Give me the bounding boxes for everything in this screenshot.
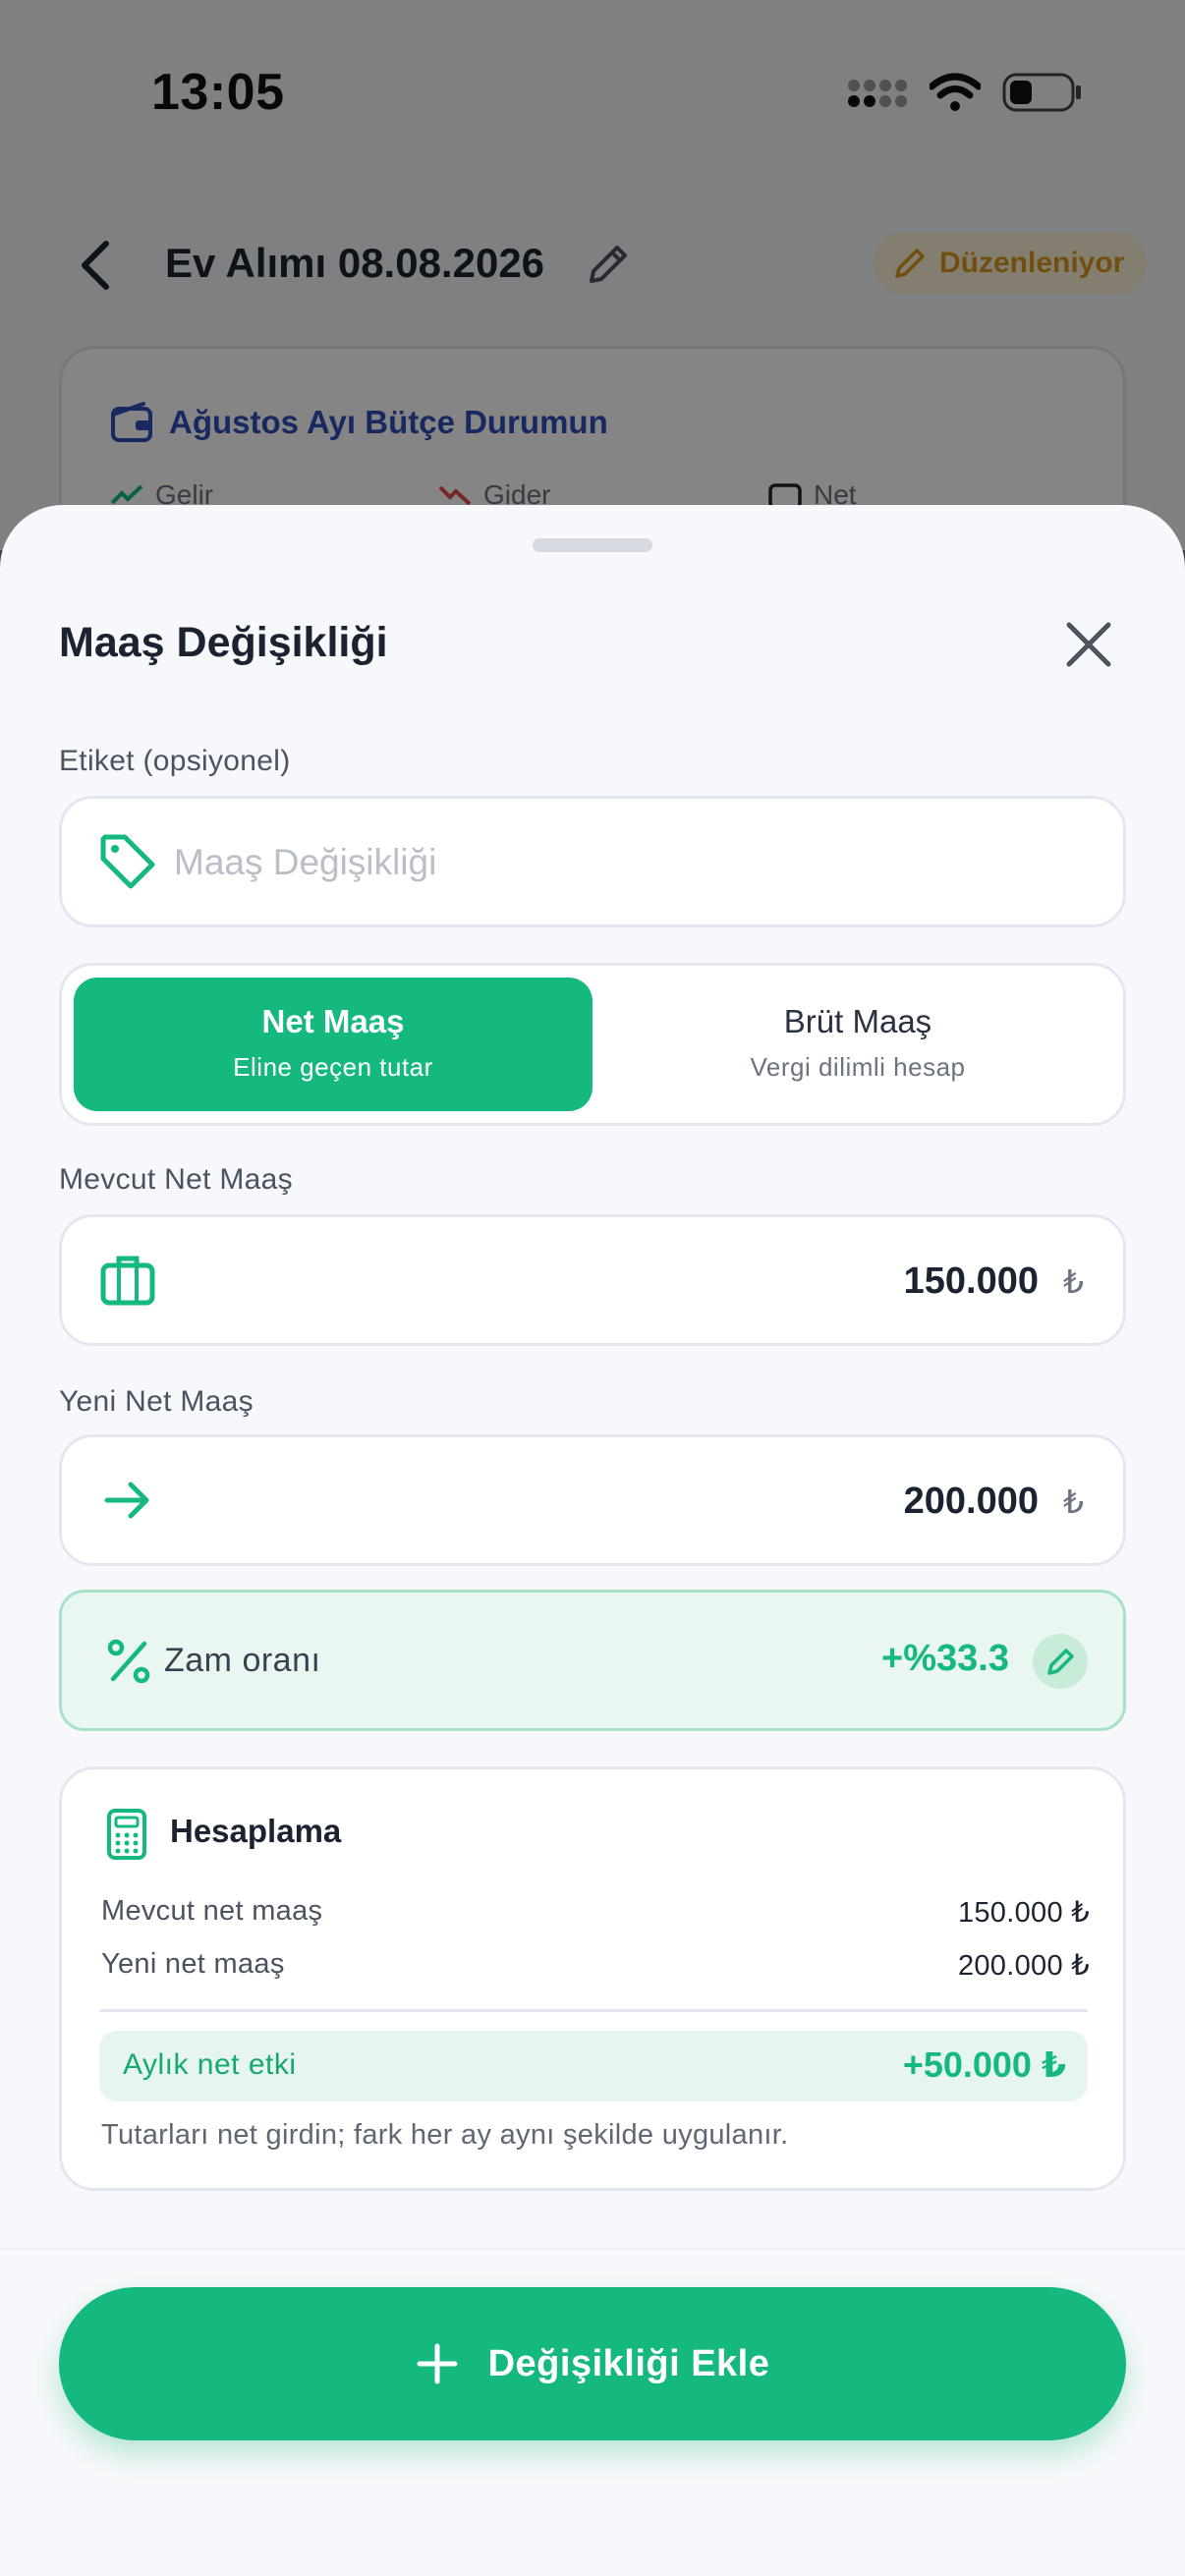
- calculation-title: Hesaplama: [170, 1813, 342, 1849]
- label-field-label: Etiket (opsiyonel): [59, 745, 291, 777]
- segment-net-subtitle: Eline geçen tutar: [233, 1052, 433, 1082]
- add-change-button[interactable]: Değişikliği Ekle: [59, 2287, 1126, 2440]
- calculator-icon: [107, 1809, 146, 1860]
- calc-row-value: 150.000 ₺: [957, 1897, 1090, 1929]
- current-salary-field[interactable]: 150.000 ₺: [59, 1214, 1126, 1346]
- calc-row-label: Yeni net maaş: [101, 1948, 285, 1980]
- calc-row-label: Mevcut net maaş: [101, 1895, 323, 1927]
- segment-gross-salary[interactable]: Brüt Maaş Vergi dilimli hesap: [598, 978, 1117, 1111]
- new-salary-label: Yeni Net Maaş: [59, 1385, 254, 1418]
- calculation-card: Hesaplama Mevcut net maaş 150.000 ₺ Yeni…: [59, 1766, 1126, 2191]
- calc-row-current: Mevcut net maaş 150.000 ₺: [101, 1895, 1090, 1930]
- segment-gross-subtitle: Vergi dilimli hesap: [750, 1052, 966, 1082]
- percent-icon: [107, 1639, 150, 1684]
- divider: [99, 2009, 1088, 2012]
- new-salary-currency: ₺: [1063, 1484, 1084, 1520]
- monthly-effect-value: +50.000 ₺: [902, 2044, 1066, 2085]
- close-icon[interactable]: [1061, 617, 1116, 672]
- add-change-button-label: Değişikliği Ekle: [487, 2342, 770, 2384]
- sheet-title: Maaş Değişikliği: [59, 619, 388, 666]
- calc-row-value: 200.000 ₺: [957, 1950, 1090, 1982]
- monthly-net-effect: Aylık net etki +50.000 ₺: [99, 2031, 1088, 2101]
- new-salary-value: 200.000: [903, 1481, 1039, 1522]
- current-salary-currency: ₺: [1063, 1263, 1084, 1300]
- segment-net-title: Net Maaş: [261, 1003, 405, 1039]
- calc-row-new: Yeni net maaş 200.000 ₺: [101, 1948, 1090, 1983]
- salary-type-segmented-control: Net Maaş Eline geçen tutar Brüt Maaş Ver…: [59, 963, 1126, 1126]
- pencil-icon: [1047, 1649, 1074, 1675]
- footer-divider: [0, 2248, 1185, 2250]
- current-salary-value: 150.000: [903, 1260, 1039, 1302]
- new-salary-field[interactable]: 200.000 ₺: [59, 1434, 1126, 1566]
- segment-net-salary[interactable]: Net Maaş Eline geçen tutar: [74, 978, 592, 1111]
- label-field[interactable]: [59, 796, 1126, 927]
- segment-gross-title: Brüt Maaş: [783, 1003, 932, 1039]
- plus-icon: [417, 2343, 458, 2384]
- current-salary-label: Mevcut Net Maaş: [59, 1163, 293, 1196]
- raise-rate-value: +%33.3: [881, 1638, 1009, 1679]
- raise-rate-label: Zam oranı: [164, 1642, 321, 1679]
- tag-icon: [100, 834, 155, 889]
- edit-rate-button[interactable]: [1033, 1634, 1088, 1689]
- sheet-grabber[interactable]: [533, 538, 652, 552]
- briefcase-icon: [100, 1256, 155, 1306]
- arrow-right-icon: [104, 1482, 149, 1519]
- calculation-note: Tutarları net girdin; fark her ay aynı ş…: [101, 2119, 789, 2151]
- raise-rate-box: Zam oranı +%33.3: [59, 1590, 1126, 1731]
- monthly-effect-label: Aylık net etki: [123, 2048, 297, 2081]
- label-input[interactable]: [174, 828, 1058, 897]
